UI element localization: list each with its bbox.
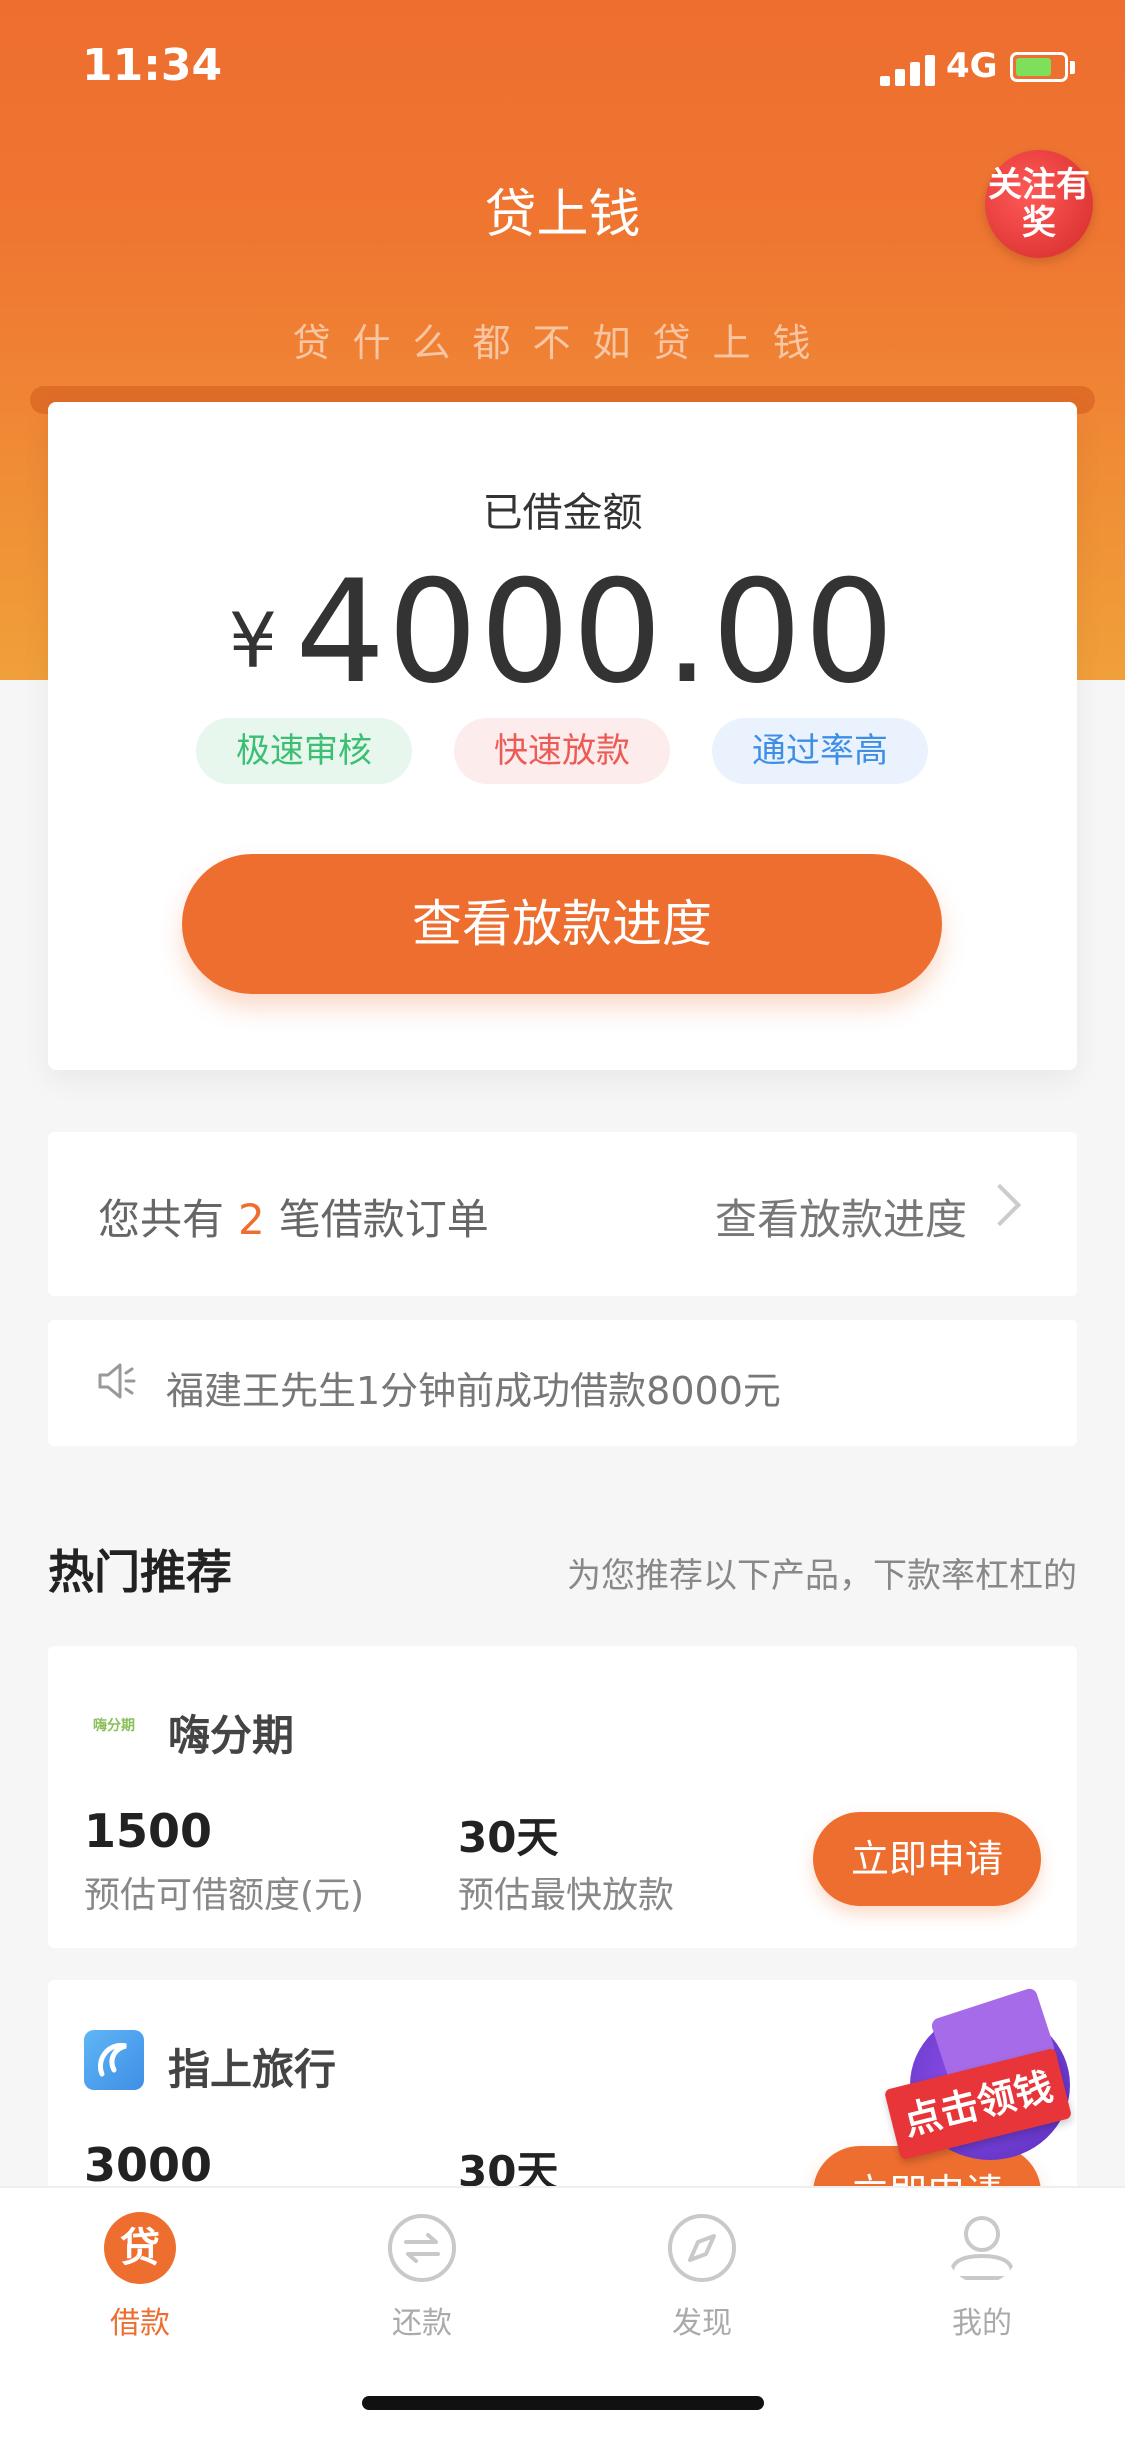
signal-icon (880, 52, 936, 86)
notice-text: 福建王先生1分钟前成功借款8000元 (166, 1369, 781, 1413)
speaker-icon (98, 1363, 136, 1399)
order-suffix: 笔借款订单 (278, 1195, 489, 1244)
status-bar: 11:34 4G (0, 0, 1125, 130)
order-prefix: 您共有 (98, 1195, 225, 1244)
slogan: 贷什么都不如贷上钱 (292, 321, 833, 365)
network-type: 4G (946, 46, 998, 86)
tag-fast-review: 极速审核 (196, 718, 412, 784)
currency-symbol: ¥ (228, 596, 278, 685)
order-count: 2 (238, 1195, 265, 1244)
repay-icon (388, 2214, 456, 2282)
battery-icon (1010, 52, 1068, 82)
tab-borrow[interactable]: 贷 借款 (50, 2202, 230, 2342)
product-days: 30天 (458, 1813, 559, 1862)
amount-value: 4000.00 (295, 550, 897, 715)
product-amount: 3000 (84, 2138, 213, 2192)
tab-label: 还款 (392, 2306, 452, 2341)
order-count-text: 您共有 2 笔借款订单 (98, 1186, 489, 1247)
product-days-label: 预估最快放款 (458, 1875, 675, 1916)
tab-mine[interactable]: 我的 (892, 2202, 1072, 2342)
chevron-right-icon (978, 1183, 1022, 1227)
apply-button[interactable]: 立即申请 (813, 1812, 1041, 1906)
user-icon (950, 2216, 1014, 2280)
tag-high-pass-rate: 通过率高 (712, 718, 928, 784)
home-indicator (362, 2396, 764, 2410)
hi-fenqi-logo: 嗨分期 (84, 1696, 144, 1756)
tab-repay[interactable]: 还款 (332, 2202, 512, 2342)
orders-progress-link[interactable]: 查看放款进度 (715, 1186, 967, 1247)
view-progress-button[interactable]: 查看放款进度 (182, 854, 942, 994)
floating-bonus-button[interactable]: 点击领钱 (880, 1986, 1080, 2172)
compass-icon (668, 2214, 736, 2282)
product-amount: 1500 (84, 1804, 213, 1858)
tab-label: 发现 (672, 2306, 732, 2341)
follow-reward-badge[interactable]: 关注有奖 (985, 150, 1093, 258)
product-amount-label: 预估可借额度(元) (84, 1875, 365, 1916)
borrow-icon: 贷 (104, 2212, 176, 2284)
recommend-description: 为您推荐以下产品，下款率杠杠的 (567, 1556, 1077, 1596)
tab-label: 借款 (110, 2306, 170, 2341)
status-time: 11:34 (82, 40, 223, 91)
tag-fast-disbursement: 快速放款 (454, 718, 670, 784)
page-title: 贷上钱 (484, 185, 641, 245)
recommend-title: 热门推荐 (48, 1545, 232, 1599)
loan-amount: ¥4000.00 (48, 550, 1077, 715)
zhishang-travel-logo (84, 2030, 144, 2090)
loan-orders-row[interactable]: 您共有 2 笔借款订单 查看放款进度 (48, 1132, 1077, 1296)
loan-notice-bar: 福建王先生1分钟前成功借款8000元 (48, 1320, 1077, 1446)
tab-label: 我的 (952, 2306, 1012, 2341)
tab-discover[interactable]: 发现 (612, 2202, 792, 2342)
product-name: 嗨分期 (168, 1711, 295, 1760)
product-card-hi-fenqi[interactable]: 嗨分期 嗨分期 1500 预估可借额度(元) 30天 预估最快放款 立即申请 (48, 1646, 1077, 1948)
loan-summary-card: 已借金额 ¥4000.00 极速审核 快速放款 通过率高 查看放款进度 (48, 402, 1077, 1070)
product-name: 指上旅行 (168, 2045, 337, 2094)
loan-amount-label: 已借金额 (482, 490, 643, 536)
battery-cap (1070, 61, 1075, 74)
